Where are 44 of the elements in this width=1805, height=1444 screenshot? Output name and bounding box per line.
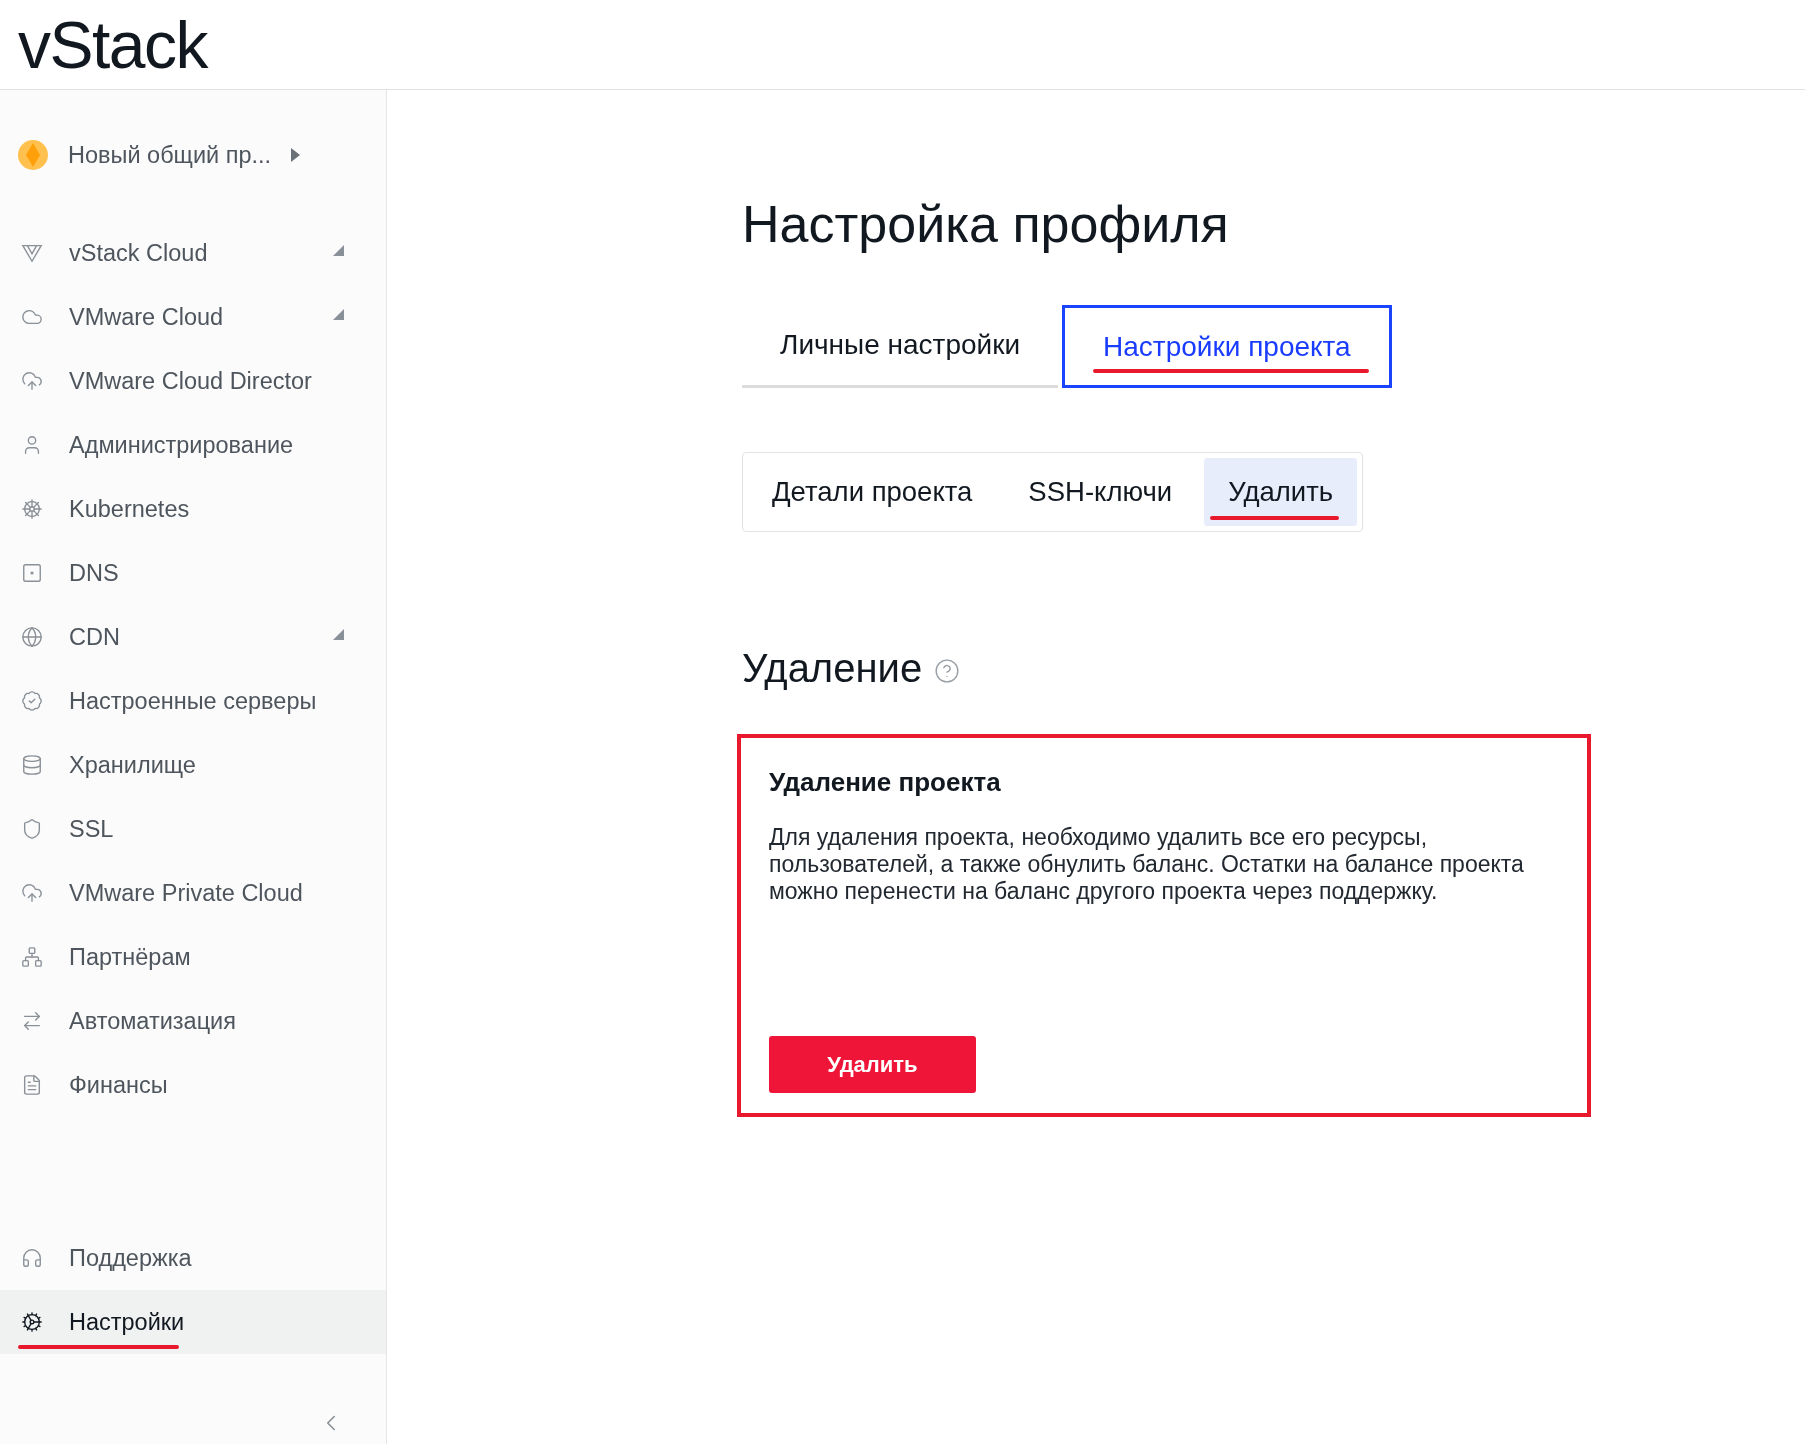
- sidebar-item[interactable]: Хранилище: [0, 733, 386, 797]
- document-icon: [21, 1074, 43, 1096]
- sidebar-item[interactable]: vStack Cloud: [0, 221, 386, 285]
- project-selector[interactable]: Новый общий пр...: [0, 123, 386, 187]
- headphones-icon: [21, 1247, 43, 1269]
- sidebar-item[interactable]: VMware Cloud Director: [0, 349, 386, 413]
- globe-icon: [21, 626, 43, 648]
- cloud-upload-icon: [21, 882, 43, 904]
- sidebar-item[interactable]: Поддержка: [0, 1226, 386, 1290]
- network-icon: [21, 946, 43, 968]
- subtab[interactable]: Удалить: [1204, 458, 1358, 526]
- caret-icon: [291, 148, 301, 162]
- sidebar-item[interactable]: Финансы: [0, 1053, 386, 1117]
- triangle-icon: [21, 242, 43, 264]
- page-title: Настройка профиля: [742, 195, 1230, 253]
- sidebar-item[interactable]: Kubernetes: [0, 477, 386, 541]
- subtab[interactable]: SSH-ключи: [1004, 458, 1197, 526]
- badge-check-icon: [21, 690, 43, 712]
- arrows-icon: [21, 1010, 43, 1032]
- delete-button[interactable]: Удалить: [769, 1036, 976, 1093]
- tab[interactable]: Настройки проекта: [1062, 305, 1392, 388]
- card-title: Удаление проекта: [769, 766, 1002, 798]
- sidebar-item[interactable]: VMware Private Cloud: [0, 861, 386, 925]
- wheel-icon: [21, 498, 43, 520]
- sidebar-item[interactable]: Партнёрам: [0, 925, 386, 989]
- shield-icon: [21, 818, 43, 840]
- sidebar-item[interactable]: SSL: [0, 797, 386, 861]
- help-icon[interactable]: [934, 658, 961, 684]
- card-description: Для удаления проекта, необходимо удалить все его ресурсы, пользователей, а также обнулить баланс. Остатки на балансе проекта можно перенести на баланс другого проекта через поддержку.: [769, 824, 1525, 905]
- subtab[interactable]: Детали проекта: [748, 458, 997, 526]
- sidebar-item[interactable]: Настройки: [0, 1290, 386, 1354]
- sidebar-item[interactable]: CDN: [0, 605, 386, 669]
- tab[interactable]: Личные настройки: [742, 305, 1059, 388]
- sidebar-item[interactable]: Администрирование: [0, 413, 386, 477]
- cloud-upload-icon: [21, 370, 43, 392]
- project-avatar-icon: [18, 140, 48, 170]
- settings-icon: [21, 1311, 43, 1333]
- section-title: Удаление: [742, 645, 923, 692]
- sidebar-item[interactable]: VMware Cloud: [0, 285, 386, 349]
- logo[interactable]: vStack: [18, 11, 208, 78]
- sidebar-item[interactable]: Настроенные серверы: [0, 669, 386, 733]
- sidebar-item[interactable]: Автоматизация: [0, 989, 386, 1053]
- sidebar-item[interactable]: DNS: [0, 541, 386, 605]
- database-icon: [21, 754, 43, 776]
